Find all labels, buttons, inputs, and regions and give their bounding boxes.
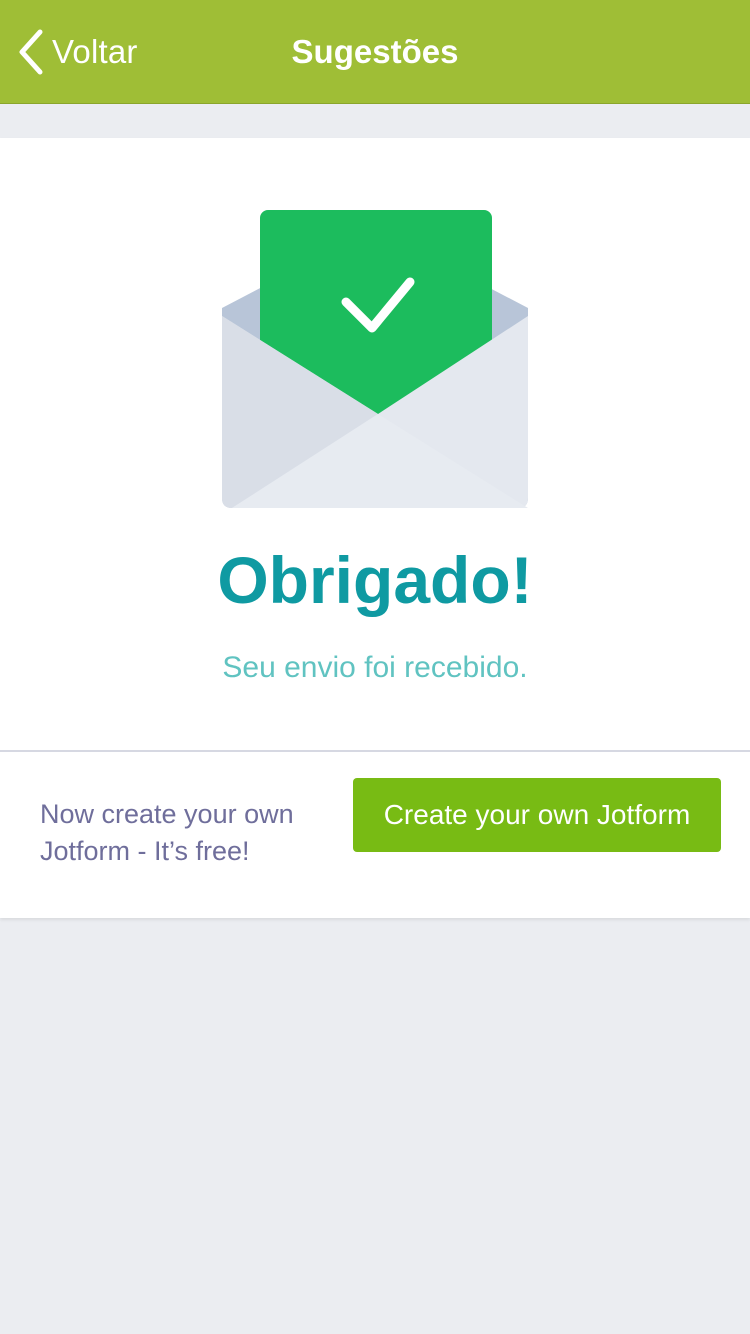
back-button[interactable]: Voltar bbox=[16, 26, 138, 78]
thank-you-heading: Obrigado! bbox=[217, 543, 533, 617]
create-jotform-button[interactable]: Create your own Jotform bbox=[353, 778, 721, 852]
promo-text-line-1: Now create your own bbox=[40, 799, 294, 829]
chevron-left-icon bbox=[19, 29, 43, 75]
envelope-checkmark-icon bbox=[222, 210, 528, 508]
promo-text: Now create your own Jotform - It’s free! bbox=[40, 796, 340, 870]
navigation-bar: Voltar Sugestões bbox=[0, 0, 750, 104]
divider bbox=[0, 750, 750, 752]
promo-text-line-2: Jotform - It’s free! bbox=[40, 836, 250, 866]
confirmation-card: Obrigado! Seu envio foi recebido. Now cr… bbox=[0, 138, 750, 918]
back-label: Voltar bbox=[52, 33, 138, 70]
submission-received-text: Seu envio foi recebido. bbox=[222, 651, 528, 684]
